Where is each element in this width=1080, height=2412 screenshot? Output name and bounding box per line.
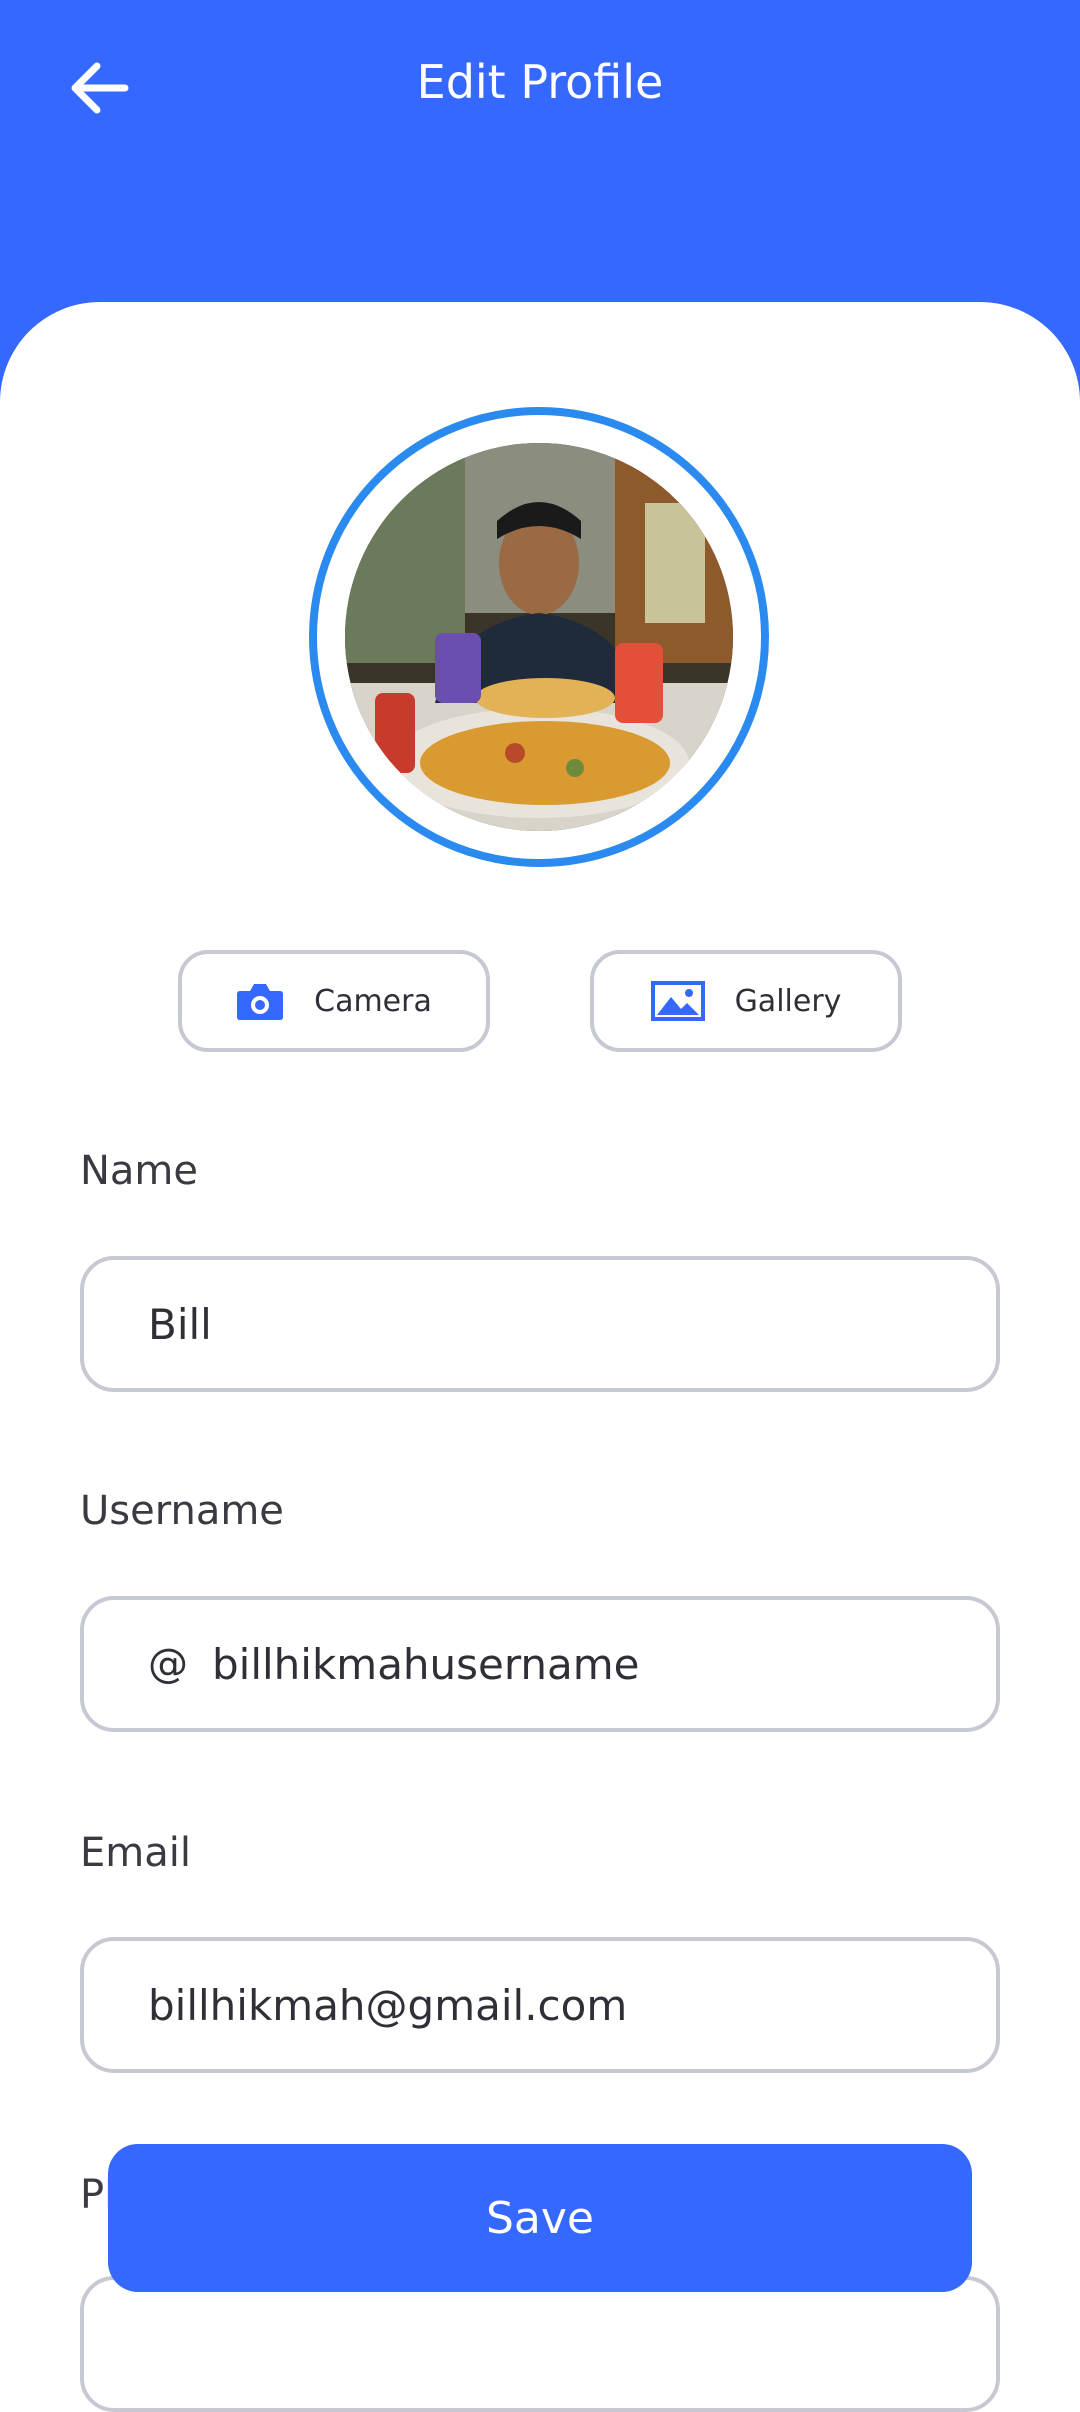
camera-label: Camera — [314, 983, 432, 1019]
gallery-button[interactable]: Gallery — [590, 950, 902, 1052]
username-field[interactable]: @ billhikmahusername — [80, 1596, 1000, 1732]
image-icon — [650, 981, 705, 1021]
username-label: Username — [80, 1488, 284, 1534]
name-label: Name — [80, 1148, 199, 1194]
name-value: Bill — [148, 1299, 212, 1349]
email-label: Email — [80, 1830, 191, 1876]
email-field[interactable]: billhikmah@gmail.com — [80, 1937, 1000, 2073]
page-title: Edit Profile — [416, 55, 664, 109]
camera-icon — [237, 984, 284, 1020]
username-value: billhikmahusername — [212, 1639, 640, 1689]
save-button[interactable]: Save — [108, 2144, 972, 2292]
camera-button[interactable]: Camera — [178, 950, 490, 1052]
gallery-label: Gallery — [734, 983, 842, 1019]
profile-photo — [345, 443, 733, 831]
email-value: billhikmah@gmail.com — [148, 1980, 628, 2030]
avatar[interactable] — [309, 407, 769, 867]
phone-field[interactable] — [80, 2276, 1000, 2412]
at-prefix: @ — [148, 1641, 188, 1687]
name-field[interactable]: Bill — [80, 1256, 1000, 1392]
